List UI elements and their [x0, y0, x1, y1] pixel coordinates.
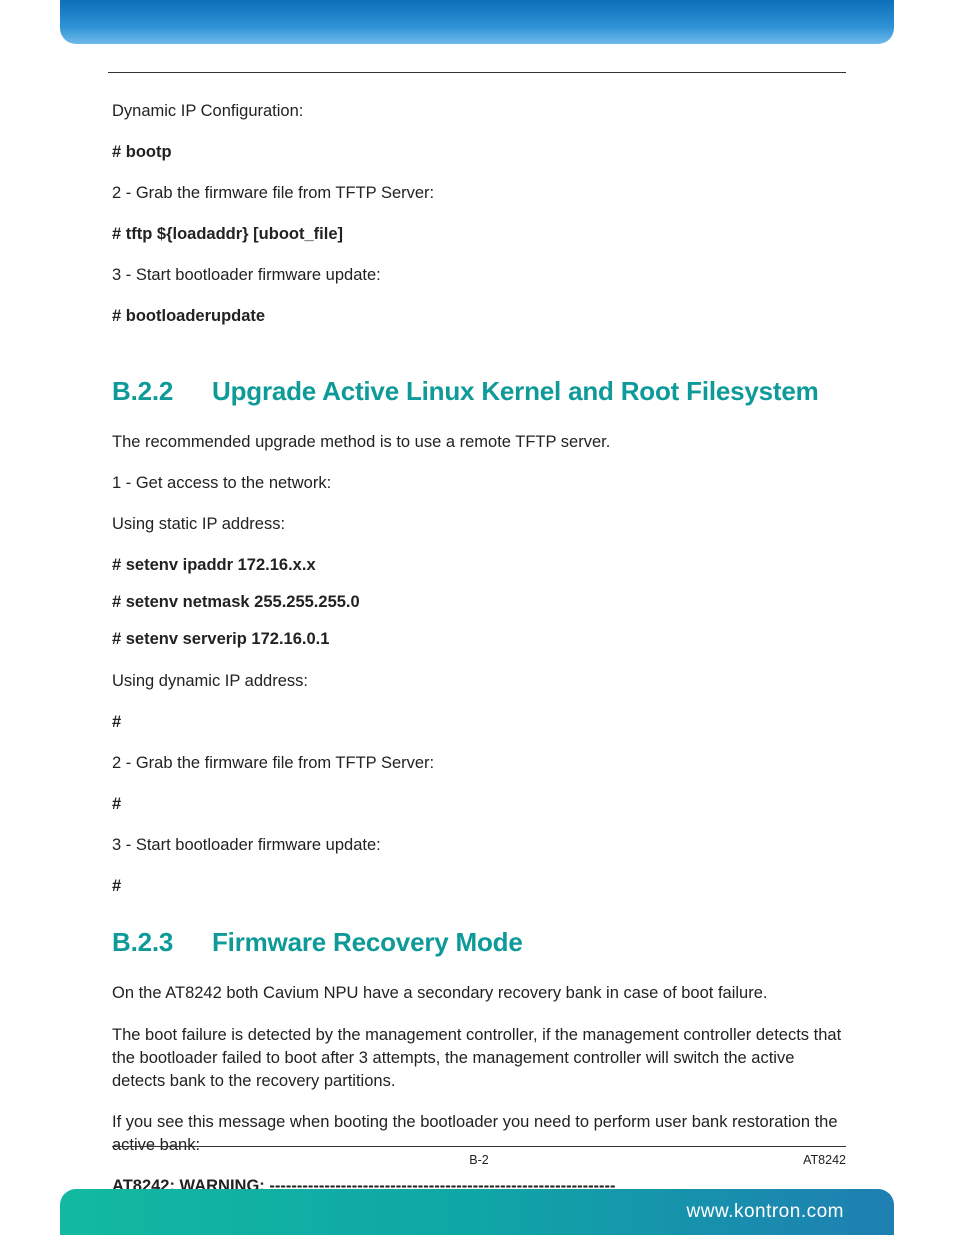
command-line: # [112, 793, 846, 816]
command-line: # [112, 711, 846, 734]
command-line: # setenv netmask 255.255.255.0 [112, 591, 846, 614]
paragraph: The boot failure is detected by the mana… [112, 1024, 846, 1093]
paragraph: The recommended upgrade method is to use… [112, 431, 846, 454]
header-bar [60, 0, 894, 44]
section-number: B.2.3 [112, 924, 212, 960]
paragraph: 3 - Start bootloader firmware update: [112, 834, 846, 857]
page-footer: B-2 AT8242 [112, 1146, 846, 1167]
paragraph: 1 - Get access to the network: [112, 472, 846, 495]
command-line: # bootp [112, 141, 846, 164]
page-number: B-2 [112, 1153, 846, 1167]
paragraph: Dynamic IP Configuration: [112, 100, 846, 123]
command-line: # [112, 875, 846, 898]
section-title: Firmware Recovery Mode [212, 924, 523, 960]
section-heading-b23: B.2.3 Firmware Recovery Mode [112, 924, 846, 960]
header-rule [108, 72, 846, 73]
page-content: Dynamic IP Configuration: # bootp 2 - Gr… [112, 100, 846, 1125]
paragraph: Using dynamic IP address: [112, 670, 846, 693]
footer-url: www.kontron.com [687, 1201, 844, 1223]
paragraph: 2 - Grab the firmware file from TFTP Ser… [112, 182, 846, 205]
paragraph: On the AT8242 both Cavium NPU have a sec… [112, 982, 846, 1005]
section-heading-b22: B.2.2 Upgrade Active Linux Kernel and Ro… [112, 373, 846, 409]
command-line: # bootloaderupdate [112, 305, 846, 328]
paragraph: Using static IP address: [112, 513, 846, 536]
command-line: # tftp ${loadaddr} [uboot_file] [112, 223, 846, 246]
section-number: B.2.2 [112, 373, 212, 409]
section-title: Upgrade Active Linux Kernel and Root Fil… [212, 373, 819, 409]
paragraph: 3 - Start bootloader firmware update: [112, 264, 846, 287]
command-line: # setenv ipaddr 172.16.x.x [112, 554, 846, 577]
command-line: # setenv serverip 172.16.0.1 [112, 628, 846, 651]
paragraph: 2 - Grab the firmware file from TFTP Ser… [112, 752, 846, 775]
footer-bar: www.kontron.com [60, 1189, 894, 1235]
